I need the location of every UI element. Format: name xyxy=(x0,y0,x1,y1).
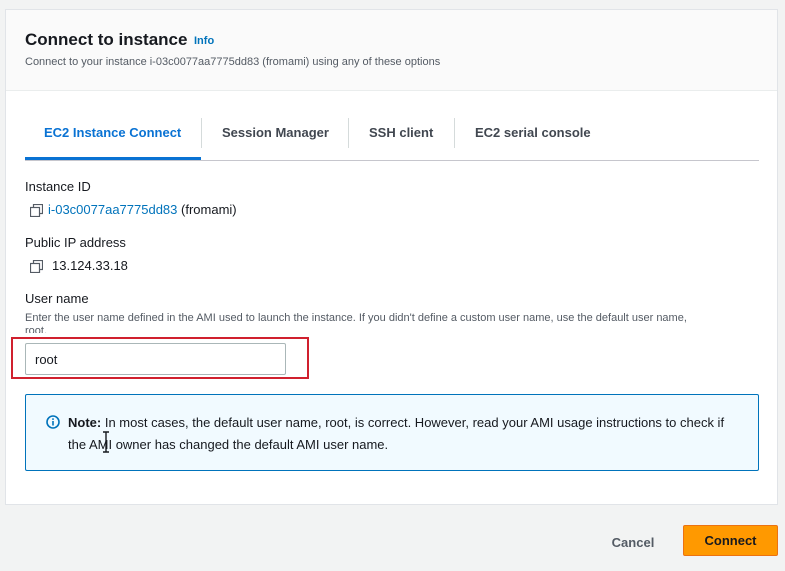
instance-id-value: i-03c0077aa7775dd83 (fromami) xyxy=(48,202,237,217)
alert-strong: Note: xyxy=(68,415,102,430)
active-tab-indicator xyxy=(25,157,201,160)
tab-divider xyxy=(201,118,202,148)
dialog-subtitle: Connect to your instance i-03c0077aa7775… xyxy=(25,56,441,68)
tab-ec2-serial-console[interactable]: EC2 serial console xyxy=(475,118,591,160)
user-name-description: Enter the user name defined in the AMI u… xyxy=(25,312,687,324)
dialog-header: Connect to instance Info Connect to your… xyxy=(6,10,777,91)
instance-id-link[interactable]: i-03c0077aa7775dd83 xyxy=(48,202,177,217)
public-ip-value: 13.124.33.18 xyxy=(52,258,128,273)
info-circle-icon xyxy=(46,415,60,429)
info-alert: Note: In most cases, the default user na… xyxy=(25,394,759,471)
instance-name: (fromami) xyxy=(181,202,237,217)
dialog-title: Connect to instance xyxy=(25,30,188,49)
alert-body: In most cases, the default user name, ro… xyxy=(68,415,725,452)
highlight-box xyxy=(11,337,309,379)
tab-ec2-instance-connect[interactable]: EC2 Instance Connect xyxy=(44,118,181,160)
user-name-label: User name xyxy=(25,291,89,306)
tab-divider xyxy=(348,118,349,148)
tab-session-manager[interactable]: Session Manager xyxy=(222,118,329,160)
connect-button[interactable]: Connect xyxy=(683,525,778,556)
connection-tabs: EC2 Instance Connect Session Manager SSH… xyxy=(25,118,759,161)
text-cursor-icon xyxy=(103,431,109,453)
cancel-button[interactable]: Cancel xyxy=(600,527,666,557)
instance-id-label: Instance ID xyxy=(25,179,91,194)
copy-icon[interactable] xyxy=(30,204,43,217)
tab-ssh-client[interactable]: SSH client xyxy=(369,118,433,160)
copy-icon[interactable] xyxy=(30,260,43,273)
alert-message: Note: In most cases, the default user na… xyxy=(68,412,728,456)
user-name-description-cont: root. xyxy=(25,325,48,333)
public-ip-label: Public IP address xyxy=(25,235,126,250)
tab-divider xyxy=(454,118,455,148)
info-link[interactable]: Info xyxy=(194,35,214,47)
connect-dialog: Connect to instance Info Connect to your… xyxy=(5,9,778,505)
